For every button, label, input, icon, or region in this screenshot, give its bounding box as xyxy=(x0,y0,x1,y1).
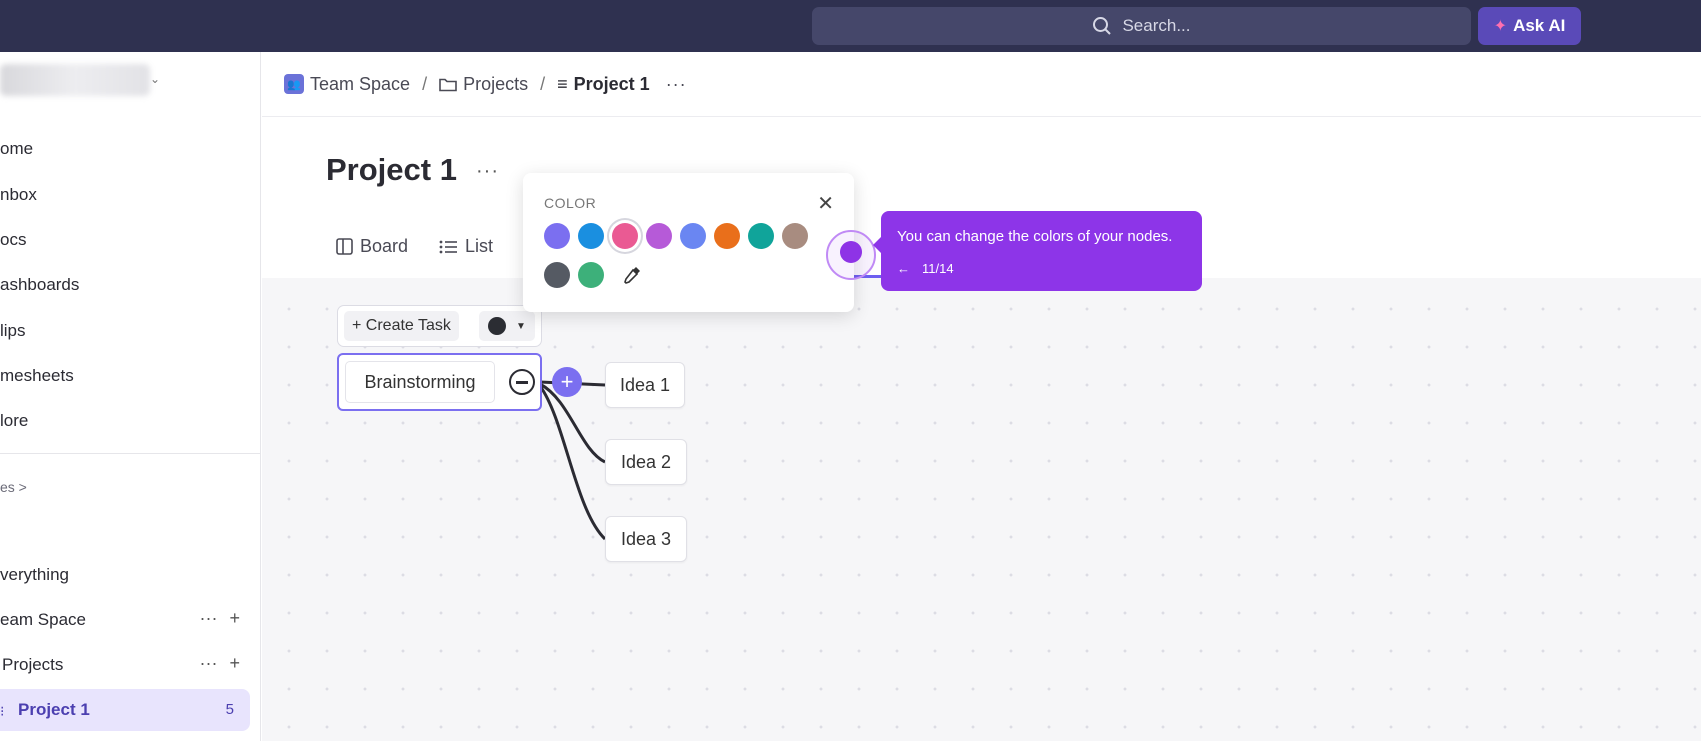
mindmap-canvas[interactable] xyxy=(262,278,1701,741)
color-swatch[interactable] xyxy=(612,223,638,249)
tour-tooltip: You can change the colors of your nodes.… xyxy=(873,211,1202,291)
ask-ai-button[interactable]: ✦ Ask AI xyxy=(1478,7,1581,45)
more-options-icon[interactable]: ··· xyxy=(666,74,687,95)
node-toolbar: + Create Task ▼ xyxy=(337,305,542,347)
sidebar-section-toggle[interactable]: es > xyxy=(0,479,27,495)
tour-tooltip-message: You can change the colors of your nodes. xyxy=(897,228,1173,245)
sidebar-item-everything[interactable]: verything xyxy=(0,565,69,585)
sidebar-item-projects[interactable]: Projects xyxy=(2,655,63,675)
breadcrumb-separator: / xyxy=(422,73,428,94)
minus-icon xyxy=(516,380,528,384)
current-color-swatch xyxy=(488,317,507,335)
sidebar-item-dashboards[interactable]: ashboards xyxy=(0,275,79,295)
sidebar-item-project-1[interactable]: ⁝ Project 1 5 xyxy=(0,689,250,731)
color-swatch[interactable] xyxy=(544,223,570,249)
ask-ai-label: Ask AI xyxy=(1513,16,1566,35)
breadcrumb: 👥 Team Space / Projects / ≡ Project 1 ··… xyxy=(262,52,1701,117)
add-icon[interactable]: + xyxy=(229,653,240,674)
team-icon: 👥 xyxy=(284,74,304,94)
caret-down-icon: ▼ xyxy=(516,320,526,332)
list-icon: ⁝ xyxy=(0,703,5,719)
search-icon xyxy=(1093,17,1112,35)
color-swatch[interactable] xyxy=(748,223,774,249)
sidebar-item-timesheets[interactable]: mesheets xyxy=(0,366,74,386)
sidebar-divider xyxy=(0,453,261,454)
tour-step-counter: 11/14 xyxy=(922,261,954,276)
task-count-badge: 5 xyxy=(225,701,234,718)
color-swatch[interactable] xyxy=(714,223,740,249)
list-icon xyxy=(439,240,457,253)
team-space-actions: ··· + xyxy=(200,608,241,629)
sidebar-item-home[interactable]: ome xyxy=(0,139,33,159)
mindmap-node-idea-1[interactable]: Idea 1 xyxy=(605,362,685,408)
chevron-down-icon[interactable]: ⌄ xyxy=(150,72,160,86)
projects-actions: ··· + xyxy=(200,653,241,674)
mindmap-node-idea-2[interactable]: Idea 2 xyxy=(605,439,687,485)
eyedropper-icon[interactable] xyxy=(619,262,645,288)
tab-list[interactable]: List xyxy=(439,236,493,257)
list-icon: ≡ xyxy=(557,73,568,94)
mindmap-node-idea-3[interactable]: Idea 3 xyxy=(605,516,687,562)
color-swatch[interactable] xyxy=(782,223,808,249)
sidebar-item-label: Project 1 xyxy=(18,700,90,719)
tab-label: List xyxy=(465,236,494,256)
color-popup-header: COLOR xyxy=(544,195,597,211)
color-swatch[interactable] xyxy=(578,223,604,249)
color-popup: COLOR ✕ xyxy=(523,173,854,312)
color-swatch[interactable] xyxy=(680,223,706,249)
breadcrumb-team-space[interactable]: 👥 Team Space xyxy=(284,74,410,95)
tab-label: Board xyxy=(360,236,409,256)
sidebar: ⌄ ome nbox ocs ashboards lips mesheets l… xyxy=(0,52,261,741)
sidebar-item-inbox[interactable]: nbox xyxy=(0,185,37,205)
tour-tooltip-nav: ← 11/14 xyxy=(897,261,954,276)
more-options-icon[interactable]: ··· xyxy=(200,608,218,629)
sidebar-item-clips[interactable]: lips xyxy=(0,321,26,341)
tab-board[interactable]: Board xyxy=(336,236,408,257)
breadcrumb-label: Project 1 xyxy=(573,73,650,94)
color-swatch[interactable] xyxy=(544,262,570,288)
node-label[interactable]: Brainstorming xyxy=(345,361,495,403)
page-title: Project 1 xyxy=(326,152,457,187)
folder-icon xyxy=(439,78,457,91)
breadcrumb-label: Projects xyxy=(463,73,529,94)
search-placeholder: Search... xyxy=(1122,16,1191,35)
sidebar-item-docs[interactable]: ocs xyxy=(0,230,26,250)
breadcrumb-projects[interactable]: Projects xyxy=(439,74,528,95)
more-options-icon[interactable]: ··· xyxy=(200,653,218,674)
breadcrumb-label: Team Space xyxy=(310,73,411,94)
breadcrumb-separator: / xyxy=(540,73,546,94)
board-icon xyxy=(336,238,353,255)
create-task-button[interactable]: + Create Task xyxy=(344,311,459,341)
workspace-name-blurred[interactable] xyxy=(0,64,150,96)
arrow-left-icon[interactable]: ← xyxy=(897,261,910,276)
close-icon[interactable]: ✕ xyxy=(817,191,834,216)
color-swatch[interactable] xyxy=(578,262,604,288)
sidebar-item-team-space[interactable]: eam Space xyxy=(0,610,86,630)
custom-color-swatch[interactable] xyxy=(840,241,862,263)
search-bar[interactable]: Search... xyxy=(812,7,1471,45)
top-bar: Search... ✦ Ask AI xyxy=(0,0,1701,52)
add-node-button[interactable]: + xyxy=(552,367,582,397)
sparkle-icon: ✦ xyxy=(1493,18,1508,35)
color-swatch[interactable] xyxy=(646,223,672,249)
sidebar-item-more[interactable]: lore xyxy=(0,411,28,431)
add-icon[interactable]: + xyxy=(229,608,240,629)
collapse-node-button[interactable] xyxy=(509,369,535,395)
color-picker-button[interactable]: ▼ xyxy=(479,311,535,341)
more-options-icon[interactable]: ··· xyxy=(476,160,499,183)
breadcrumb-project-1[interactable]: ≡ Project 1 xyxy=(557,74,650,95)
